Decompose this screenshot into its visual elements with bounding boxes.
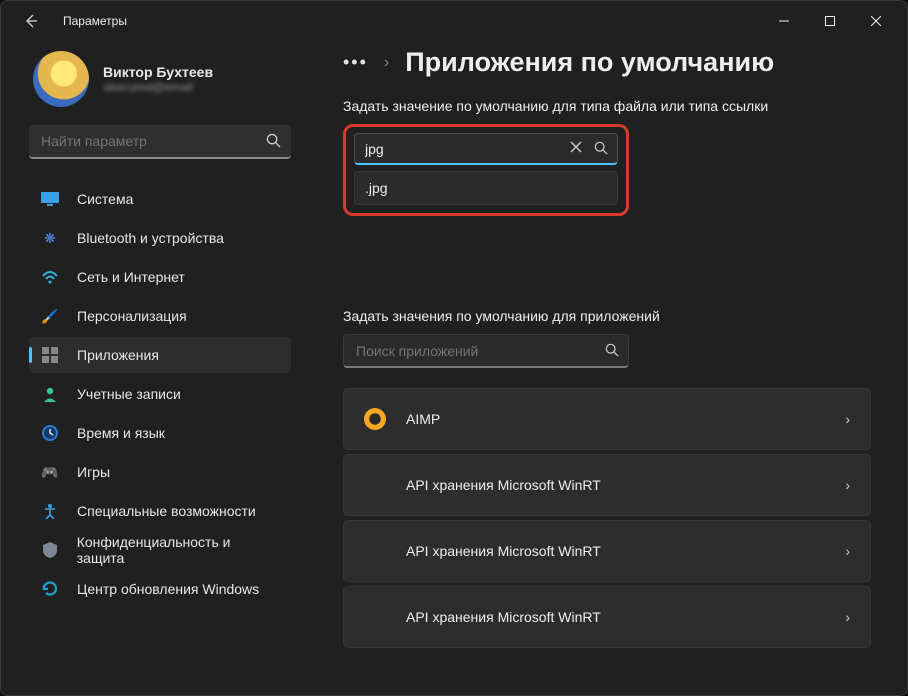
close-button[interactable] [853, 5, 899, 37]
avatar [33, 51, 89, 107]
update-icon [41, 580, 59, 598]
app-item[interactable]: API хранения Microsoft WinRT › [343, 586, 871, 648]
nav-label: Специальные возможности [77, 503, 256, 519]
default-value-card[interactable]: Выбор значения по умолчанию [343, 216, 871, 280]
person-icon [41, 385, 59, 403]
app-item[interactable]: API хранения Microsoft WinRT › [343, 520, 871, 582]
file-type-highlight: .jpg [343, 124, 629, 216]
app-name: API хранения Microsoft WinRT [406, 477, 601, 493]
brush-icon: 🖌️ [41, 307, 59, 325]
sidebar-item-gaming[interactable]: 🎮 Игры [29, 454, 291, 490]
back-button[interactable] [13, 3, 49, 39]
sidebar-item-accessibility[interactable]: Специальные возможности [29, 493, 291, 529]
sidebar-search-input[interactable] [29, 125, 291, 159]
file-type-section-label: Задать значение по умолчанию для типа фа… [343, 98, 871, 114]
nav-label: Приложения [77, 347, 159, 363]
nav: Система ❋ Bluetooth и устройства Сеть и И… [29, 181, 291, 607]
clock-icon [41, 424, 59, 442]
x-icon [570, 141, 582, 153]
app-list: AIMP › API хранения Microsoft WinRT › AP… [343, 388, 871, 648]
chevron-right-icon: › [845, 477, 850, 493]
nav-label: Сеть и Интернет [77, 269, 185, 285]
default-placeholder: Выбор значения по умолчанию [414, 241, 602, 256]
window-controls [761, 5, 899, 37]
search-icon[interactable] [605, 343, 619, 357]
search-icon[interactable] [266, 133, 281, 148]
file-type-search [354, 133, 618, 165]
sidebar-item-time-language[interactable]: Время и язык [29, 415, 291, 451]
app-name: API хранения Microsoft WinRT [406, 609, 601, 625]
chevron-right-icon: › [384, 54, 389, 72]
sidebar-item-update[interactable]: Центр обновления Windows [29, 571, 291, 607]
sidebar-item-privacy[interactable]: Конфиденциальность и защита [29, 532, 291, 568]
app-name: API хранения Microsoft WinRT [406, 543, 601, 559]
nav-label: Время и язык [77, 425, 165, 441]
breadcrumb-more[interactable]: ••• [343, 52, 368, 73]
settings-window: Параметры Виктор Бухтеев obscured@email … [0, 0, 908, 696]
app-item[interactable]: API хранения Microsoft WinRT › [343, 454, 871, 516]
maximize-button[interactable] [807, 5, 853, 37]
breadcrumb: ••• › Приложения по умолчанию [343, 47, 871, 78]
file-type-dropdown-item[interactable]: .jpg [354, 171, 618, 205]
nav-label: Система [77, 191, 133, 207]
profile-email: obscured@email [103, 80, 213, 94]
bluetooth-icon: ❋ [41, 229, 59, 247]
accessibility-icon [41, 502, 59, 520]
content: ••• › Приложения по умолчанию Задать зна… [303, 41, 907, 695]
app-icon-aimp [364, 408, 386, 430]
sidebar-item-bluetooth[interactable]: ❋ Bluetooth и устройства [29, 220, 291, 256]
titlebar: Параметры [1, 1, 907, 41]
open-external-button[interactable] [838, 241, 852, 255]
search-button[interactable] [594, 141, 608, 155]
sidebar-item-network[interactable]: Сеть и Интернет [29, 259, 291, 295]
maximize-icon [825, 16, 835, 26]
page-title: Приложения по умолчанию [405, 47, 774, 78]
wifi-icon [41, 268, 59, 286]
chevron-right-icon: › [845, 411, 850, 427]
apps-section-label: Задать значения по умолчанию для приложе… [343, 308, 871, 324]
profile-name: Виктор Бухтеев [103, 64, 213, 80]
window-title: Параметры [63, 14, 127, 28]
sidebar-item-personalization[interactable]: 🖌️ Персонализация [29, 298, 291, 334]
app-search-input[interactable] [343, 334, 629, 368]
minimize-icon [779, 16, 789, 26]
sidebar-item-system[interactable]: Система [29, 181, 291, 217]
sidebar-search [29, 125, 291, 159]
nav-label: Персонализация [77, 308, 187, 324]
apps-icon [41, 346, 59, 364]
monitor-icon [41, 190, 59, 208]
nav-label: Центр обновления Windows [77, 581, 259, 597]
search-icon [594, 141, 608, 155]
chevron-right-icon: › [845, 543, 850, 559]
gamepad-icon: 🎮 [41, 463, 59, 481]
close-icon [871, 16, 881, 26]
sidebar-item-apps[interactable]: Приложения [29, 337, 291, 373]
sidebar-item-accounts[interactable]: Учетные записи [29, 376, 291, 412]
arrow-left-icon [23, 13, 39, 29]
app-search [343, 334, 629, 368]
app-name: AIMP [406, 411, 440, 427]
external-icon [838, 241, 852, 255]
profile-block[interactable]: Виктор Бухтеев obscured@email [33, 51, 291, 107]
nav-label: Конфиденциальность и защита [77, 534, 279, 566]
sidebar: Виктор Бухтеев obscured@email Система ❋ B… [1, 41, 303, 695]
clear-button[interactable] [570, 141, 582, 153]
chevron-right-icon: › [845, 609, 850, 625]
minimize-button[interactable] [761, 5, 807, 37]
nav-label: Учетные записи [77, 386, 181, 402]
nav-label: Игры [77, 464, 110, 480]
app-item[interactable]: AIMP › [343, 388, 871, 450]
shield-icon [41, 541, 59, 559]
nav-label: Bluetooth и устройства [77, 230, 224, 246]
